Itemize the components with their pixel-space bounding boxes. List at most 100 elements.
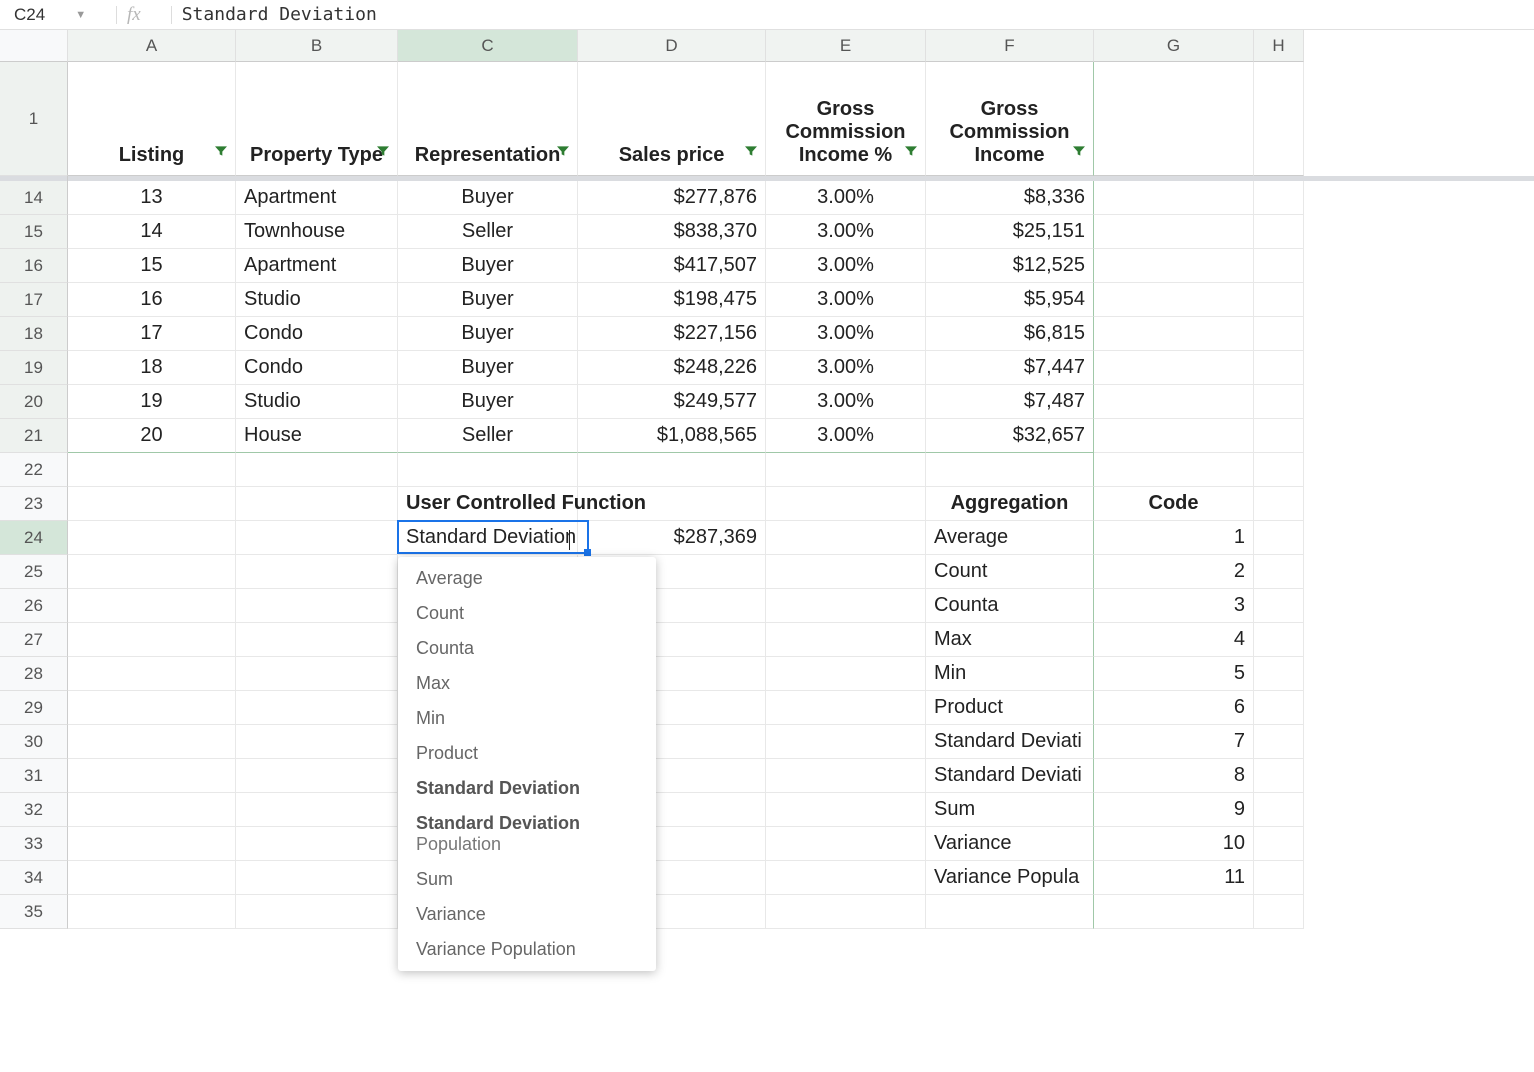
cell-E[interactable] xyxy=(766,453,926,487)
dropdown-item[interactable]: Variance Population xyxy=(398,932,656,967)
dropdown-item[interactable]: Average xyxy=(398,561,656,596)
cell-H[interactable] xyxy=(1254,691,1304,725)
cell-D[interactable] xyxy=(578,487,766,521)
cell-H[interactable] xyxy=(1254,827,1304,861)
cell-F[interactable]: $25,151 xyxy=(926,215,1094,249)
cell-A[interactable] xyxy=(68,623,236,657)
cell-G[interactable] xyxy=(1094,317,1254,351)
cell-G[interactable]: Code xyxy=(1094,487,1254,521)
cell-A[interactable] xyxy=(68,487,236,521)
cell-A[interactable] xyxy=(68,725,236,759)
cell-B[interactable] xyxy=(236,453,398,487)
row-header-18[interactable]: 18 xyxy=(0,317,68,351)
cell-E[interactable]: 3.00% xyxy=(766,215,926,249)
cell-D[interactable] xyxy=(578,453,766,487)
cell-A[interactable]: 15 xyxy=(68,249,236,283)
cell-D[interactable]: $248,226 xyxy=(578,351,766,385)
row-header-29[interactable]: 29 xyxy=(0,691,68,725)
cell-H[interactable] xyxy=(1254,317,1304,351)
cell-D[interactable]: $287,369 xyxy=(578,521,766,555)
data-validation-dropdown[interactable]: AverageCountCountaMaxMinProductStandard … xyxy=(398,557,656,971)
cell-G[interactable]: 1 xyxy=(1094,521,1254,555)
cell-H[interactable] xyxy=(1254,351,1304,385)
cell-B[interactable] xyxy=(236,793,398,827)
cell-A[interactable] xyxy=(68,895,236,929)
cell-F[interactable]: Standard Deviati xyxy=(926,759,1094,793)
cell-C[interactable]: Standard Deviation xyxy=(398,521,578,555)
cell-B[interactable] xyxy=(236,691,398,725)
filter-icon[interactable] xyxy=(1071,142,1087,165)
cell-A[interactable] xyxy=(68,657,236,691)
cell-E[interactable] xyxy=(766,827,926,861)
cell-C[interactable]: Buyer xyxy=(398,249,578,283)
cell-F[interactable]: Standard Deviati xyxy=(926,725,1094,759)
formula-input[interactable]: Standard Deviation xyxy=(182,4,377,25)
dropdown-item[interactable]: Max xyxy=(398,666,656,701)
header-cell-B[interactable]: Property Type xyxy=(236,62,398,176)
cell-D[interactable]: $198,475 xyxy=(578,283,766,317)
cell-C[interactable]: Buyer xyxy=(398,351,578,385)
cell-G[interactable]: 5 xyxy=(1094,657,1254,691)
cell-C[interactable]: Buyer xyxy=(398,385,578,419)
cell-G[interactable]: 11 xyxy=(1094,861,1254,895)
cell-H[interactable] xyxy=(1254,419,1304,453)
cell-A[interactable] xyxy=(68,521,236,555)
cell-G[interactable] xyxy=(1094,385,1254,419)
row-header-34[interactable]: 34 xyxy=(0,861,68,895)
cell-G[interactable]: 10 xyxy=(1094,827,1254,861)
cell-A[interactable]: 14 xyxy=(68,215,236,249)
header-cell-F[interactable]: Gross Commission Income xyxy=(926,62,1094,176)
cell-G[interactable] xyxy=(1094,895,1254,929)
cell-F[interactable]: $12,525 xyxy=(926,249,1094,283)
cell-B[interactable]: Condo xyxy=(236,351,398,385)
cell-E[interactable] xyxy=(766,589,926,623)
cell-E[interactable]: 3.00% xyxy=(766,385,926,419)
cell-E[interactable] xyxy=(766,691,926,725)
cell-G[interactable] xyxy=(1094,419,1254,453)
cell-A[interactable] xyxy=(68,793,236,827)
cell-E[interactable] xyxy=(766,861,926,895)
column-header-A[interactable]: A xyxy=(68,30,236,62)
cell-G[interactable] xyxy=(1094,453,1254,487)
cell-D[interactable]: $1,088,565 xyxy=(578,419,766,453)
cell-C[interactable]: Seller xyxy=(398,419,578,453)
row-header-27[interactable]: 27 xyxy=(0,623,68,657)
cell-G[interactable]: 2 xyxy=(1094,555,1254,589)
cell-A[interactable] xyxy=(68,861,236,895)
cell-B[interactable] xyxy=(236,725,398,759)
cell-B[interactable] xyxy=(236,827,398,861)
cell-H[interactable] xyxy=(1254,521,1304,555)
cell-D[interactable]: $838,370 xyxy=(578,215,766,249)
column-header-H[interactable]: H xyxy=(1254,30,1304,62)
row-header-35[interactable]: 35 xyxy=(0,895,68,929)
cell-A[interactable]: 17 xyxy=(68,317,236,351)
row-header-30[interactable]: 30 xyxy=(0,725,68,759)
cell-H[interactable] xyxy=(1254,657,1304,691)
cell-E[interactable]: 3.00% xyxy=(766,351,926,385)
cell-A[interactable]: 19 xyxy=(68,385,236,419)
cell-H[interactable] xyxy=(1254,861,1304,895)
column-header-E[interactable]: E xyxy=(766,30,926,62)
cell-D[interactable]: $249,577 xyxy=(578,385,766,419)
cell-F[interactable] xyxy=(926,453,1094,487)
filter-icon[interactable] xyxy=(555,142,571,165)
cell-H[interactable] xyxy=(1254,181,1304,215)
row-header-25[interactable]: 25 xyxy=(0,555,68,589)
header-cell-H[interactable] xyxy=(1254,62,1304,176)
cell-G[interactable] xyxy=(1094,351,1254,385)
cell-H[interactable] xyxy=(1254,555,1304,589)
cell-C[interactable]: Buyer xyxy=(398,283,578,317)
row-header-17[interactable]: 17 xyxy=(0,283,68,317)
row-header-19[interactable]: 19 xyxy=(0,351,68,385)
row-header-31[interactable]: 31 xyxy=(0,759,68,793)
row-header-16[interactable]: 16 xyxy=(0,249,68,283)
cell-A[interactable]: 13 xyxy=(68,181,236,215)
cell-A[interactable]: 18 xyxy=(68,351,236,385)
cell-F[interactable]: $32,657 xyxy=(926,419,1094,453)
column-header-F[interactable]: F xyxy=(926,30,1094,62)
select-all-corner[interactable] xyxy=(0,30,68,62)
row-header-21[interactable]: 21 xyxy=(0,419,68,453)
row-header-24[interactable]: 24 xyxy=(0,521,68,555)
cell-E[interactable]: 3.00% xyxy=(766,249,926,283)
row-header-15[interactable]: 15 xyxy=(0,215,68,249)
